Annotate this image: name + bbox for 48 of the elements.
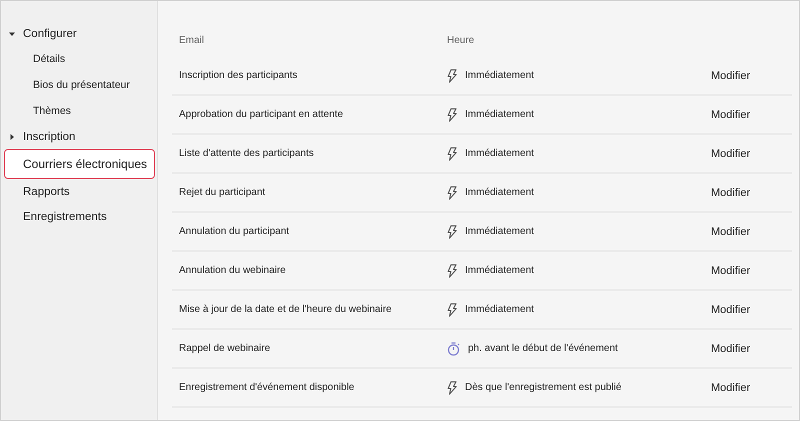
lightning-icon (447, 264, 457, 278)
email-name: Annulation du participant (179, 226, 290, 237)
lightning-icon (447, 224, 457, 238)
modify-link[interactable]: Modifier (711, 382, 750, 394)
time-text: Immédiatement (465, 70, 534, 81)
email-name: Enregistrement d'événement disponible (179, 382, 356, 393)
time-text: ph. avant le début de l'événement (468, 343, 618, 354)
sidebar-item[interactable]: Courriers électroniques (4, 149, 155, 179)
modify-link[interactable]: Modifier (711, 264, 750, 276)
modify-link[interactable]: Modifier (711, 342, 750, 354)
stopwatch-icon (447, 342, 460, 356)
sidebar-item[interactable]: Rapports (4, 179, 155, 204)
modify-link[interactable]: Modifier (711, 186, 750, 198)
time-text: Immédiatement (465, 148, 534, 159)
time-text: Immédiatement (465, 109, 534, 120)
lightning-icon (447, 302, 457, 316)
time-text: Dès que l'enregistrement est publié (465, 382, 622, 393)
time-text: Immédiatement (465, 265, 534, 276)
lightning-icon (447, 186, 457, 200)
modify-link[interactable]: Modifier (711, 70, 750, 82)
lightning-icon (447, 380, 457, 394)
modify-link[interactable]: Modifier (711, 148, 750, 160)
sidebar-item[interactable]: Enregistrements (4, 204, 155, 229)
sidebar-subitem[interactable]: Thèmes (4, 98, 155, 124)
email-name: Mise à jour de la date et de l'heure du webinaire (179, 304, 393, 315)
sidebar-item[interactable]: Inscription (4, 124, 155, 149)
modify-link[interactable]: Modifier (711, 108, 750, 120)
email-name: Liste d'attente des participants (179, 148, 315, 159)
time-text: Immédiatement (465, 304, 534, 315)
time-text: Immédiatement (465, 187, 534, 198)
email-name: Annulation du webinaire (179, 265, 287, 276)
lightning-icon (447, 68, 457, 82)
modify-link[interactable]: Modifier (711, 226, 750, 238)
time-text: Immédiatement (465, 226, 534, 237)
caret-down-icon[interactable] (9, 30, 15, 36)
lightning-icon (447, 146, 457, 160)
lightning-icon (447, 108, 457, 122)
sidebar-item[interactable]: Configurer (4, 21, 155, 46)
modify-link[interactable]: Modifier (711, 304, 750, 316)
column-header: Email (179, 34, 206, 46)
email-name: Rappel de webinaire (179, 343, 272, 354)
sidebar-subitem[interactable]: Bios du présentateur (4, 72, 155, 98)
email-name: Rejet du participant (179, 187, 266, 198)
column-header: Heure (447, 34, 476, 46)
sidebar-subitem[interactable]: Détails (4, 46, 155, 72)
email-name: Approbation du participant en attente (179, 109, 344, 120)
caret-right-icon[interactable] (9, 134, 15, 140)
email-name: Inscription des participants (179, 70, 298, 81)
